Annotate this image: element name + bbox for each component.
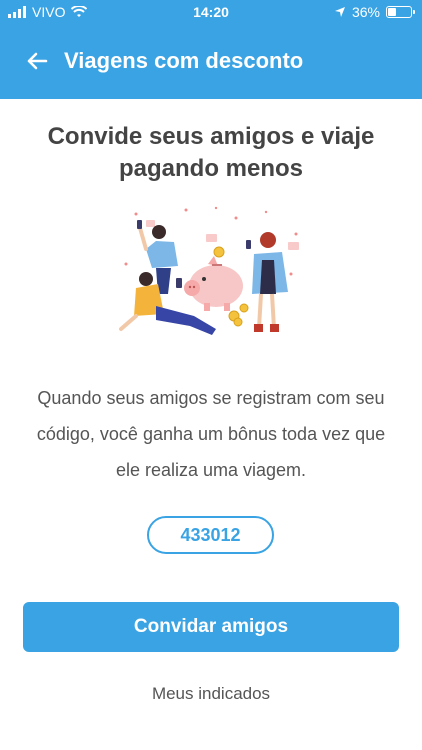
status-bar: VIVO 14:20 36% (0, 0, 422, 24)
referral-code-badge[interactable]: 433012 (147, 516, 274, 554)
headline: Convide seus amigos e viaje pagando meno… (47, 123, 375, 182)
piggy-bank (184, 256, 243, 311)
referral-illustration (119, 206, 299, 335)
back-button[interactable] (22, 46, 52, 76)
my-referrals-link[interactable]: Meus indicados (0, 684, 422, 704)
location-arrow-icon (334, 7, 345, 17)
battery-percent: 36% (351, 4, 380, 20)
description-text: Quando seus amigos se registram com seu … (36, 388, 386, 480)
woman-figure (246, 232, 288, 332)
back-arrow-icon (27, 52, 48, 70)
invite-friends-button[interactable]: Convidar amigos (23, 602, 399, 652)
app-header: VIVO 14:20 36% Viagens com desconto (0, 0, 422, 99)
page-title: Viagens com desconto (64, 48, 304, 73)
battery-icon (386, 6, 415, 18)
nav-bar: Viagens com desconto (0, 40, 422, 82)
status-right: 36% (334, 4, 415, 20)
main-content: Convide seus amigos e viaje pagando meno… (0, 99, 422, 750)
